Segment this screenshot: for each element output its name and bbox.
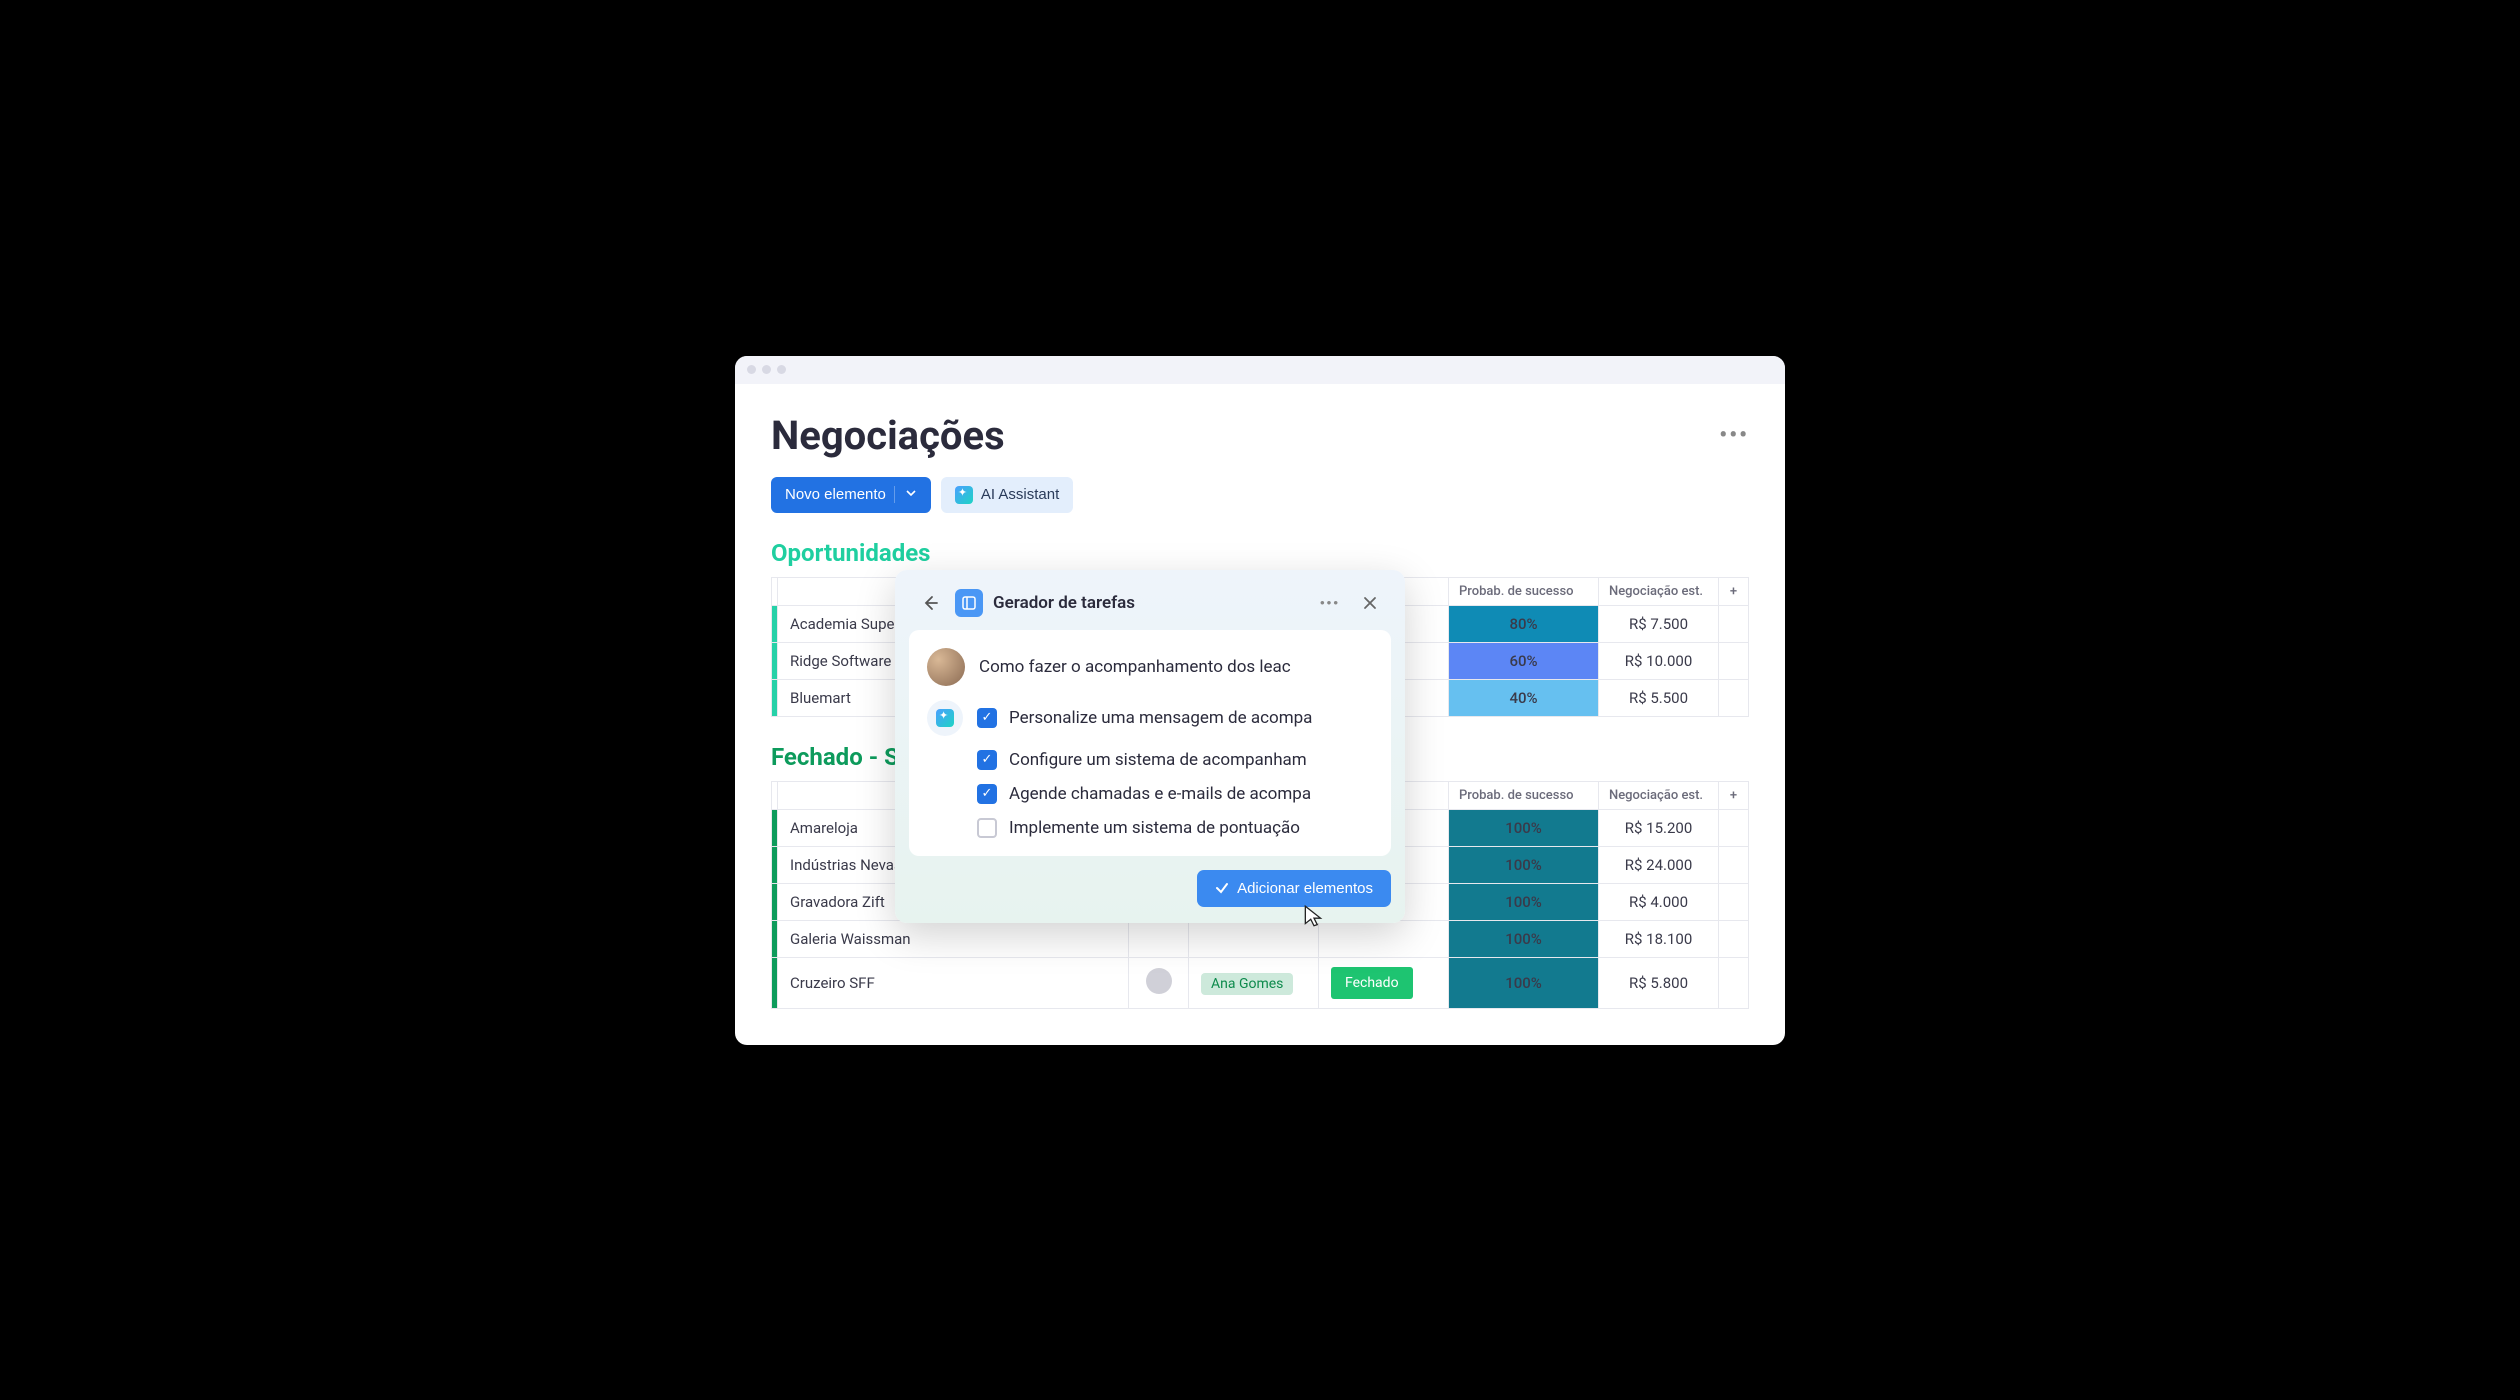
task-label: Personalize uma mensagem de acompa	[1009, 708, 1312, 728]
panel-icon	[955, 589, 983, 617]
negotiation-cell[interactable]: R$ 5.800	[1599, 957, 1719, 1008]
chevron-down-icon[interactable]	[894, 486, 917, 503]
close-button[interactable]	[1355, 588, 1385, 618]
task-generator-modal: Gerador de tarefas ••• Como fazer o acom…	[895, 570, 1405, 923]
task-checkbox[interactable]: ✓	[977, 708, 997, 728]
negotiation-cell[interactable]: R$ 10.000	[1599, 642, 1719, 679]
user-prompt: Como fazer o acompanhamento dos leac	[979, 657, 1291, 677]
task-label: Configure um sistema de acompanham	[1009, 750, 1307, 770]
more-options-icon[interactable]: •••	[1719, 423, 1749, 448]
app-window: Negociações ••• Novo elemento AI Assista…	[735, 356, 1785, 1045]
ai-assistant-button[interactable]: AI Assistant	[941, 477, 1073, 513]
probability-cell[interactable]: 100%	[1449, 920, 1599, 957]
col-header-negotiation[interactable]: Negociação est.	[1599, 781, 1719, 809]
owner-tag[interactable]: Ana Gomes	[1201, 973, 1293, 995]
status-badge[interactable]: Fechado	[1331, 967, 1413, 999]
probability-cell[interactable]: 100%	[1449, 809, 1599, 846]
task-checkbox[interactable]	[977, 818, 997, 838]
new-element-label: Novo elemento	[785, 486, 886, 503]
table-row[interactable]: Cruzeiro SFF Ana Gomes Fechado 100% R$ 5…	[772, 957, 1749, 1008]
probability-cell[interactable]: 100%	[1449, 846, 1599, 883]
col-header-probability[interactable]: Probab. de sucesso	[1449, 577, 1599, 605]
modal-body: Como fazer o acompanhamento dos leac ✓ P…	[909, 630, 1391, 856]
task-item: ✓ Agende chamadas e e-mails de acompa	[977, 784, 1373, 804]
ai-sparkle-icon	[955, 486, 973, 504]
deal-name[interactable]: Galeria Waissman	[778, 920, 1129, 957]
user-avatar	[927, 648, 965, 686]
back-button[interactable]	[915, 588, 945, 618]
owner-avatar[interactable]	[1146, 968, 1172, 994]
add-elements-button[interactable]: Adicionar elementos	[1197, 870, 1391, 907]
probability-cell[interactable]: 80%	[1449, 605, 1599, 642]
probability-cell[interactable]: 40%	[1449, 679, 1599, 716]
negotiation-cell[interactable]: R$ 4.000	[1599, 883, 1719, 920]
add-column-button[interactable]: +	[1719, 781, 1749, 809]
modal-more-button[interactable]: •••	[1315, 588, 1345, 618]
window-titlebar	[735, 356, 1785, 384]
deal-name[interactable]: Cruzeiro SFF	[778, 957, 1129, 1008]
task-checkbox[interactable]: ✓	[977, 750, 997, 770]
section-title-oportunidades[interactable]: Oportunidades	[771, 539, 1749, 567]
toolbar: Novo elemento AI Assistant	[771, 477, 1749, 513]
negotiation-cell[interactable]: R$ 15.200	[1599, 809, 1719, 846]
cursor-icon	[1301, 903, 1327, 929]
traffic-light-dot	[762, 365, 771, 374]
negotiation-cell[interactable]: R$ 18.100	[1599, 920, 1719, 957]
ai-badge-icon	[927, 700, 963, 736]
add-elements-label: Adicionar elementos	[1237, 880, 1373, 897]
probability-cell[interactable]: 60%	[1449, 642, 1599, 679]
task-item: Implemente um sistema de pontuação	[977, 818, 1373, 838]
dots-icon: •••	[1320, 595, 1340, 610]
task-label: Agende chamadas e e-mails de acompa	[1009, 784, 1311, 804]
col-header-probability[interactable]: Probab. de sucesso	[1449, 781, 1599, 809]
negotiation-cell[interactable]: R$ 5.500	[1599, 679, 1719, 716]
negotiation-cell[interactable]: R$ 24.000	[1599, 846, 1719, 883]
table-row[interactable]: Galeria Waissman 100% R$ 18.100	[772, 920, 1749, 957]
task-checkbox[interactable]: ✓	[977, 784, 997, 804]
task-label: Implemente um sistema de pontuação	[1009, 818, 1300, 838]
new-element-button[interactable]: Novo elemento	[771, 477, 931, 513]
check-icon	[1215, 881, 1229, 895]
probability-cell[interactable]: 100%	[1449, 883, 1599, 920]
task-item: ✓ Configure um sistema de acompanham	[977, 750, 1373, 770]
close-icon	[1363, 596, 1377, 610]
traffic-light-dot	[747, 365, 756, 374]
modal-title: Gerador de tarefas	[993, 593, 1305, 613]
add-column-button[interactable]: +	[1719, 577, 1749, 605]
arrow-left-icon	[921, 594, 939, 612]
probability-cell[interactable]: 100%	[1449, 957, 1599, 1008]
negotiation-cell[interactable]: R$ 7.500	[1599, 605, 1719, 642]
traffic-light-dot	[777, 365, 786, 374]
col-header-negotiation[interactable]: Negociação est.	[1599, 577, 1719, 605]
page-title: Negociações	[771, 412, 1005, 459]
ai-assistant-label: AI Assistant	[981, 486, 1059, 503]
